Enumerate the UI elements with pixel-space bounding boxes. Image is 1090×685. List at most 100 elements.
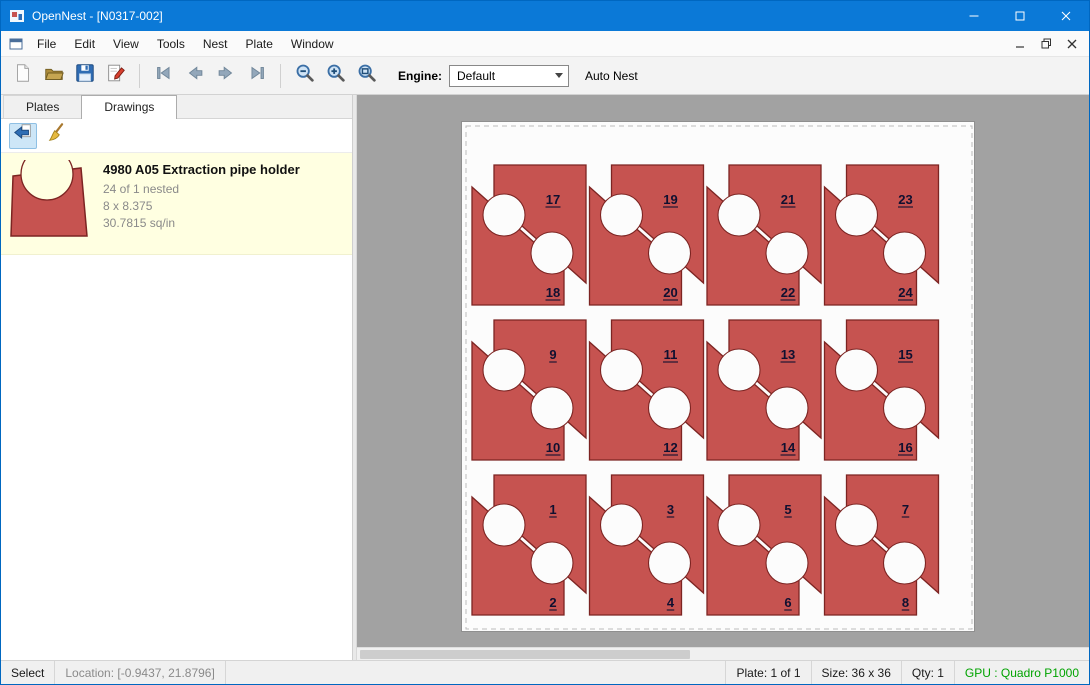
save-floppy-icon bbox=[74, 62, 96, 89]
zoom-in-button[interactable] bbox=[320, 61, 351, 91]
part-number: 11 bbox=[664, 347, 678, 362]
status-plate: Plate: 1 of 1 bbox=[725, 661, 810, 684]
nest-svg: 171819202122232491011121314151612345678 bbox=[462, 122, 976, 633]
clean-button[interactable] bbox=[43, 123, 71, 149]
pipe-cradle-cutout bbox=[601, 194, 643, 236]
window-title: OpenNest - [N0317-002] bbox=[32, 9, 163, 23]
drawings-toolbar bbox=[1, 119, 352, 153]
part-number: 6 bbox=[784, 595, 791, 610]
open-button[interactable] bbox=[38, 61, 69, 91]
zoom-out-button[interactable] bbox=[289, 61, 320, 91]
go-previous-icon bbox=[184, 62, 206, 89]
auto-nest-label[interactable]: Auto Nest bbox=[585, 69, 638, 83]
part-number: 8 bbox=[902, 595, 909, 610]
tab-plates[interactable]: Plates bbox=[3, 95, 82, 118]
save-button[interactable] bbox=[69, 61, 100, 91]
pipe-cradle-cutout bbox=[531, 542, 573, 584]
part-number: 20 bbox=[663, 285, 677, 300]
engine-value: Default bbox=[457, 69, 495, 83]
pipe-cradle-cutout bbox=[649, 387, 691, 429]
tab-drawings[interactable]: Drawings bbox=[81, 95, 177, 119]
drawing-list-item[interactable]: 4980 A05 Extraction pipe holder 24 of 1 … bbox=[1, 153, 352, 255]
nested-pair[interactable]: 1718 bbox=[472, 165, 586, 305]
part-number: 15 bbox=[898, 347, 912, 362]
toolbar-separator bbox=[139, 64, 140, 88]
horizontal-scrollbar-thumb[interactable] bbox=[360, 650, 690, 659]
pipe-cradle-cutout bbox=[483, 349, 525, 391]
nested-pair[interactable]: 2122 bbox=[707, 165, 821, 305]
chevron-down-icon bbox=[555, 73, 563, 78]
mdi-restore-button[interactable] bbox=[1033, 34, 1059, 54]
nested-pair[interactable]: 11 12 bbox=[590, 320, 704, 460]
new-button[interactable] bbox=[7, 61, 38, 91]
engine-combobox[interactable]: Default bbox=[449, 65, 569, 87]
nested-pair[interactable]: 13 14 bbox=[707, 320, 821, 460]
part-number: 13 bbox=[781, 347, 795, 362]
nested-pair[interactable]: 910 bbox=[472, 320, 586, 460]
drawing-nested-count: 24 of 1 nested bbox=[103, 181, 300, 198]
plate[interactable]: 171819202122232491011121314151612345678 bbox=[461, 121, 975, 632]
nested-pair[interactable]: 2324 bbox=[825, 165, 939, 305]
engine-label: Engine: bbox=[398, 69, 442, 83]
go-last-icon bbox=[246, 62, 268, 89]
part-number: 2 bbox=[549, 595, 556, 610]
pipe-cradle-cutout bbox=[531, 387, 573, 429]
pipe-cradle-cutout bbox=[836, 504, 878, 546]
nested-pair[interactable]: 1516 bbox=[825, 320, 939, 460]
nested-pair[interactable]: 1920 bbox=[590, 165, 704, 305]
menu-item-tools[interactable]: Tools bbox=[148, 32, 194, 56]
maximize-button[interactable] bbox=[997, 1, 1043, 31]
part-thumbnail bbox=[7, 160, 93, 247]
go-next-icon bbox=[215, 62, 237, 89]
pipe-cradle-cutout bbox=[884, 232, 926, 274]
nested-pair[interactable]: 56 bbox=[707, 475, 821, 615]
nested-pair[interactable]: 34 bbox=[590, 475, 704, 615]
pipe-cradle-cutout bbox=[766, 387, 808, 429]
pipe-cradle-cutout bbox=[766, 232, 808, 274]
status-gpu: GPU : Quadro P1000 bbox=[954, 661, 1089, 684]
menu-item-plate[interactable]: Plate bbox=[237, 32, 282, 56]
pipe-cradle-cutout bbox=[531, 232, 573, 274]
status-spacer bbox=[226, 661, 726, 684]
part-number: 19 bbox=[663, 192, 677, 207]
menu-item-edit[interactable]: Edit bbox=[65, 32, 104, 56]
app-window: OpenNest - [N0317-002] FileEditViewTools… bbox=[0, 0, 1090, 685]
mdi-close-button[interactable] bbox=[1059, 34, 1085, 54]
pipe-cradle-cutout bbox=[766, 542, 808, 584]
menu-item-view[interactable]: View bbox=[104, 32, 148, 56]
toolbar-separator bbox=[280, 64, 281, 88]
sidebar-tabstrip: Plates Drawings bbox=[1, 95, 352, 119]
go-last-button[interactable] bbox=[241, 61, 272, 91]
menu-item-nest[interactable]: Nest bbox=[194, 32, 237, 56]
app-icon bbox=[9, 8, 25, 24]
open-folder-icon bbox=[43, 62, 65, 89]
part-number: 12 bbox=[663, 440, 677, 455]
menu-item-window[interactable]: Window bbox=[282, 32, 343, 56]
pipe-cradle-cutout bbox=[836, 194, 878, 236]
minimize-button[interactable] bbox=[951, 1, 997, 31]
child-window-icon[interactable] bbox=[8, 36, 24, 52]
close-button[interactable] bbox=[1043, 1, 1089, 31]
save-as-edit-icon bbox=[105, 62, 127, 89]
part-number: 4 bbox=[667, 595, 675, 610]
go-previous-button[interactable] bbox=[179, 61, 210, 91]
import-drawing-icon bbox=[12, 122, 34, 149]
import-drawing-button[interactable] bbox=[9, 123, 37, 149]
nested-pair[interactable]: 12 bbox=[472, 475, 586, 615]
horizontal-scrollbar[interactable] bbox=[357, 647, 1089, 660]
part-number: 7 bbox=[902, 502, 909, 517]
go-first-button[interactable] bbox=[148, 61, 179, 91]
pipe-cradle-cutout bbox=[718, 504, 760, 546]
status-bar: Select Location: [-0.9437, 21.8796] Plat… bbox=[1, 660, 1089, 684]
go-next-button[interactable] bbox=[210, 61, 241, 91]
menu-item-file[interactable]: File bbox=[28, 32, 65, 56]
nested-pair[interactable]: 78 bbox=[825, 475, 939, 615]
pipe-cradle-cutout bbox=[836, 349, 878, 391]
nest-canvas[interactable]: 171819202122232491011121314151612345678 bbox=[357, 95, 1089, 660]
pipe-cradle-cutout bbox=[718, 194, 760, 236]
save-as-button[interactable] bbox=[100, 61, 131, 91]
pipe-cradle-cutout bbox=[483, 504, 525, 546]
mdi-minimize-button[interactable] bbox=[1007, 34, 1033, 54]
zoom-fit-button[interactable] bbox=[351, 61, 382, 91]
part-number: 14 bbox=[781, 440, 796, 455]
